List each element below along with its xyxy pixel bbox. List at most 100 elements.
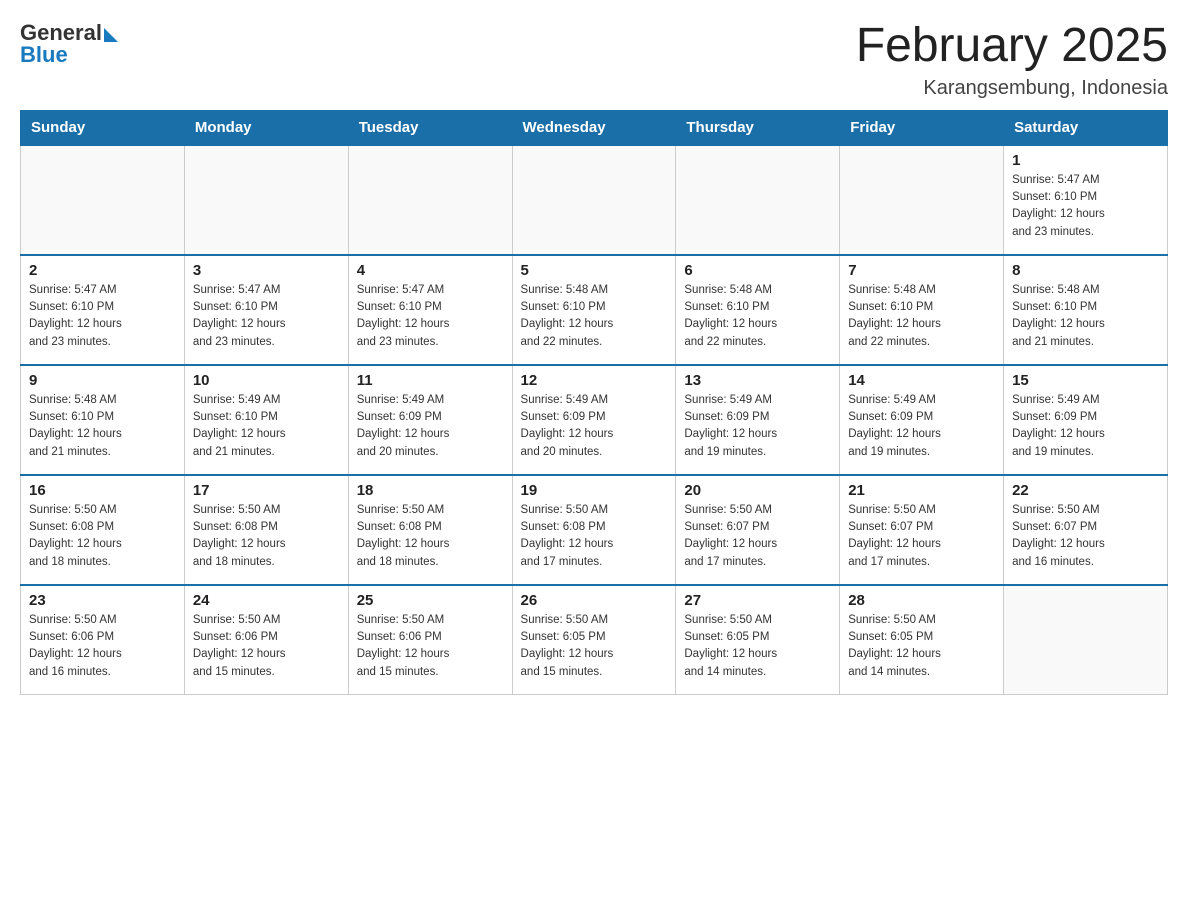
logo: General Blue — [20, 20, 118, 68]
calendar-cell: 14Sunrise: 5:49 AM Sunset: 6:09 PM Dayli… — [840, 365, 1004, 475]
day-info: Sunrise: 5:50 AM Sunset: 6:05 PM Dayligh… — [521, 612, 668, 681]
day-info: Sunrise: 5:50 AM Sunset: 6:06 PM Dayligh… — [357, 612, 504, 681]
calendar-cell: 23 Sunrise: 5:50 AM Sunset: 6:06 PM Dayli… — [21, 585, 185, 695]
calendar-cell: 10Sunrise: 5:49 AM Sunset: 6:10 PM Dayli… — [184, 365, 348, 475]
day-number: 2 — [29, 262, 176, 279]
day-info: Sunrise: 5:50 AM Sunset: 6:05 PM Dayligh… — [848, 612, 995, 681]
calendar-header-row: SundayMondayTuesdayWednesdayThursdayFrid… — [21, 110, 1168, 145]
calendar-cell: 7 Sunrise: 5:48 AM Sunset: 6:10 PM Daylig… — [840, 255, 1004, 365]
weekday-header-thursday: Thursday — [676, 110, 840, 145]
calendar-cell: 22Sunrise: 5:50 AM Sunset: 6:07 PM Dayli… — [1004, 475, 1168, 585]
month-title: February 2025 — [856, 20, 1168, 73]
calendar-cell: 1 Sunrise: 5:47 AM Sunset: 6:10 PM Daylig… — [1004, 145, 1168, 255]
logo-arrow-icon — [104, 28, 118, 42]
calendar-week-row-2: 2 Sunrise: 5:47 AM Sunset: 6:10 PM Daylig… — [21, 255, 1168, 365]
day-number: 5 — [521, 262, 668, 279]
calendar-cell: 19 Sunrise: 5:50 AM Sunset: 6:08 PM Dayli… — [512, 475, 676, 585]
day-info: Sunrise: 5:48 AM Sunset: 6:10 PM Dayligh… — [29, 392, 176, 461]
day-number: 24 — [193, 592, 340, 609]
day-number: 12 — [521, 372, 668, 389]
calendar-cell: 9 Sunrise: 5:48 AM Sunset: 6:10 PM Daylig… — [21, 365, 185, 475]
calendar-cell: 25 Sunrise: 5:50 AM Sunset: 6:06 PM Dayli… — [348, 585, 512, 695]
page-header: General Blue February 2025 Karangsembung… — [20, 20, 1168, 100]
day-info: Sunrise: 5:49 AM Sunset: 6:09 PM Dayligh… — [1012, 392, 1159, 461]
calendar-cell: 27 Sunrise: 5:50 AM Sunset: 6:05 PM Dayli… — [676, 585, 840, 695]
day-info: Sunrise: 5:47 AM Sunset: 6:10 PM Dayligh… — [357, 282, 504, 351]
day-info: Sunrise: 5:50 AM Sunset: 6:05 PM Dayligh… — [684, 612, 831, 681]
day-number: 8 — [1012, 262, 1159, 279]
day-info: Sunrise: 5:50 AM Sunset: 6:08 PM Dayligh… — [521, 502, 668, 571]
day-info: Sunrise: 5:50 AM Sunset: 6:08 PM Dayligh… — [29, 502, 176, 571]
calendar-cell: 12Sunrise: 5:49 AM Sunset: 6:09 PM Dayli… — [512, 365, 676, 475]
calendar-cell: 15 Sunrise: 5:49 AM Sunset: 6:09 PM Dayli… — [1004, 365, 1168, 475]
calendar-cell: 17 Sunrise: 5:50 AM Sunset: 6:08 PM Dayli… — [184, 475, 348, 585]
day-number: 23 — [29, 592, 176, 609]
day-number: 1 — [1012, 152, 1159, 169]
day-number: 21 — [848, 482, 995, 499]
logo-blue-text: Blue — [20, 42, 68, 67]
day-info: Sunrise: 5:47 AM Sunset: 6:10 PM Dayligh… — [1012, 172, 1159, 241]
day-number: 14 — [848, 372, 995, 389]
calendar-cell: 3 Sunrise: 5:47 AM Sunset: 6:10 PM Daylig… — [184, 255, 348, 365]
calendar-cell — [348, 145, 512, 255]
calendar-cell — [512, 145, 676, 255]
title-section: February 2025 Karangsembung, Indonesia — [856, 20, 1168, 100]
calendar-cell — [676, 145, 840, 255]
day-number: 10 — [193, 372, 340, 389]
day-info: Sunrise: 5:50 AM Sunset: 6:06 PM Dayligh… — [193, 612, 340, 681]
calendar-cell: 28 Sunrise: 5:50 AM Sunset: 6:05 PM Dayli… — [840, 585, 1004, 695]
day-number: 28 — [848, 592, 995, 609]
day-number: 15 — [1012, 372, 1159, 389]
weekday-header-tuesday: Tuesday — [348, 110, 512, 145]
day-number: 25 — [357, 592, 504, 609]
day-number: 7 — [848, 262, 995, 279]
day-number: 17 — [193, 482, 340, 499]
calendar-cell: 2Sunrise: 5:47 AM Sunset: 6:10 PM Daylig… — [21, 255, 185, 365]
day-info: Sunrise: 5:48 AM Sunset: 6:10 PM Dayligh… — [521, 282, 668, 351]
calendar-week-row-5: 23 Sunrise: 5:50 AM Sunset: 6:06 PM Dayli… — [21, 585, 1168, 695]
calendar-cell: 5 Sunrise: 5:48 AM Sunset: 6:10 PM Daylig… — [512, 255, 676, 365]
calendar-cell: 20 Sunrise: 5:50 AM Sunset: 6:07 PM Dayli… — [676, 475, 840, 585]
calendar-cell — [840, 145, 1004, 255]
day-info: Sunrise: 5:50 AM Sunset: 6:08 PM Dayligh… — [193, 502, 340, 571]
calendar-cell: 6Sunrise: 5:48 AM Sunset: 6:10 PM Daylig… — [676, 255, 840, 365]
day-info: Sunrise: 5:49 AM Sunset: 6:09 PM Dayligh… — [684, 392, 831, 461]
weekday-header-friday: Friday — [840, 110, 1004, 145]
day-number: 9 — [29, 372, 176, 389]
day-number: 13 — [684, 372, 831, 389]
day-info: Sunrise: 5:49 AM Sunset: 6:09 PM Dayligh… — [357, 392, 504, 461]
calendar-cell: 13 Sunrise: 5:49 AM Sunset: 6:09 PM Dayli… — [676, 365, 840, 475]
day-number: 18 — [357, 482, 504, 499]
day-number: 3 — [193, 262, 340, 279]
location-subtitle: Karangsembung, Indonesia — [856, 77, 1168, 100]
calendar-cell — [184, 145, 348, 255]
day-info: Sunrise: 5:50 AM Sunset: 6:07 PM Dayligh… — [684, 502, 831, 571]
calendar-cell — [21, 145, 185, 255]
calendar-table: SundayMondayTuesdayWednesdayThursdayFrid… — [20, 110, 1168, 696]
weekday-header-monday: Monday — [184, 110, 348, 145]
day-info: Sunrise: 5:48 AM Sunset: 6:10 PM Dayligh… — [848, 282, 995, 351]
weekday-header-wednesday: Wednesday — [512, 110, 676, 145]
calendar-cell: 4 Sunrise: 5:47 AM Sunset: 6:10 PM Daylig… — [348, 255, 512, 365]
day-number: 4 — [357, 262, 504, 279]
weekday-header-sunday: Sunday — [21, 110, 185, 145]
day-info: Sunrise: 5:47 AM Sunset: 6:10 PM Dayligh… — [193, 282, 340, 351]
day-number: 22 — [1012, 482, 1159, 499]
day-number: 19 — [521, 482, 668, 499]
day-number: 16 — [29, 482, 176, 499]
calendar-cell: 24 Sunrise: 5:50 AM Sunset: 6:06 PM Dayli… — [184, 585, 348, 695]
calendar-week-row-4: 16 Sunrise: 5:50 AM Sunset: 6:08 PM Dayli… — [21, 475, 1168, 585]
day-info: Sunrise: 5:50 AM Sunset: 6:06 PM Dayligh… — [29, 612, 176, 681]
weekday-header-saturday: Saturday — [1004, 110, 1168, 145]
day-info: Sunrise: 5:50 AM Sunset: 6:07 PM Dayligh… — [848, 502, 995, 571]
calendar-cell — [1004, 585, 1168, 695]
day-number: 6 — [684, 262, 831, 279]
day-info: Sunrise: 5:50 AM Sunset: 6:08 PM Dayligh… — [357, 502, 504, 571]
calendar-cell: 26 Sunrise: 5:50 AM Sunset: 6:05 PM Dayli… — [512, 585, 676, 695]
day-number: 26 — [521, 592, 668, 609]
day-number: 20 — [684, 482, 831, 499]
day-number: 27 — [684, 592, 831, 609]
calendar-cell: 16 Sunrise: 5:50 AM Sunset: 6:08 PM Dayli… — [21, 475, 185, 585]
calendar-week-row-1: 1 Sunrise: 5:47 AM Sunset: 6:10 PM Daylig… — [21, 145, 1168, 255]
day-info: Sunrise: 5:48 AM Sunset: 6:10 PM Dayligh… — [1012, 282, 1159, 351]
